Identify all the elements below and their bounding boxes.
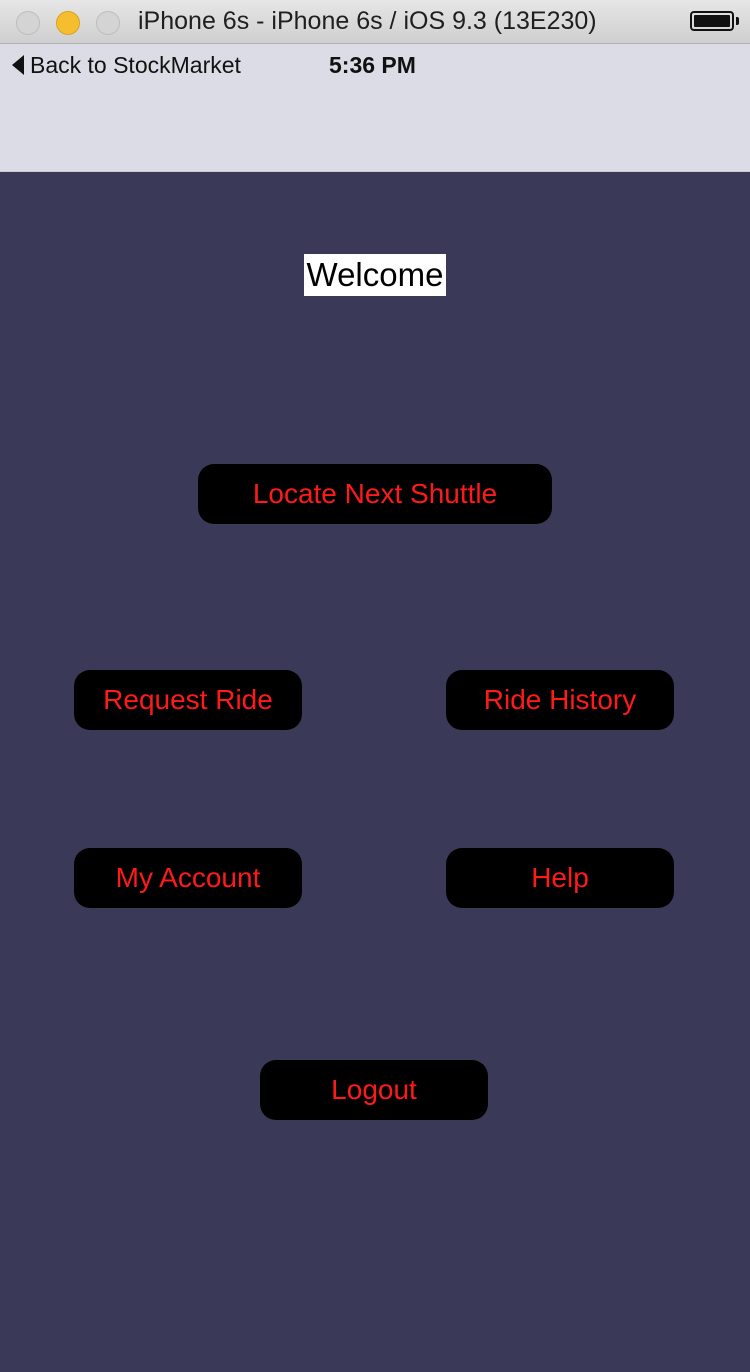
logout-button[interactable]: Logout — [260, 1060, 488, 1120]
battery-level — [694, 15, 730, 27]
close-window-button[interactable] — [16, 11, 40, 35]
battery-tip — [736, 17, 739, 25]
back-to-app-button[interactable]: Back to StockMarket — [12, 52, 241, 78]
window-title: iPhone 6s - iPhone 6s / iOS 9.3 (13E230) — [138, 7, 597, 35]
request-ride-button[interactable]: Request Ride — [74, 670, 302, 730]
locate-next-shuttle-button[interactable]: Locate Next Shuttle — [198, 464, 552, 524]
minimize-window-button[interactable] — [56, 11, 80, 35]
back-to-app-label: Back to StockMarket — [30, 51, 241, 78]
help-button[interactable]: Help — [446, 848, 674, 908]
ride-history-button[interactable]: Ride History — [446, 670, 674, 730]
zoom-window-button[interactable] — [96, 11, 120, 35]
status-bar: Back to StockMarket 5:36 PM — [0, 44, 750, 172]
my-account-button[interactable]: My Account — [74, 848, 302, 908]
battery-icon — [690, 11, 734, 31]
chevron-left-icon — [12, 55, 24, 75]
simulator-title-bar: iPhone 6s - iPhone 6s / iOS 9.3 (13E230) — [0, 0, 750, 44]
welcome-label: Welcome — [304, 254, 446, 296]
status-time: 5:36 PM — [329, 52, 416, 78]
